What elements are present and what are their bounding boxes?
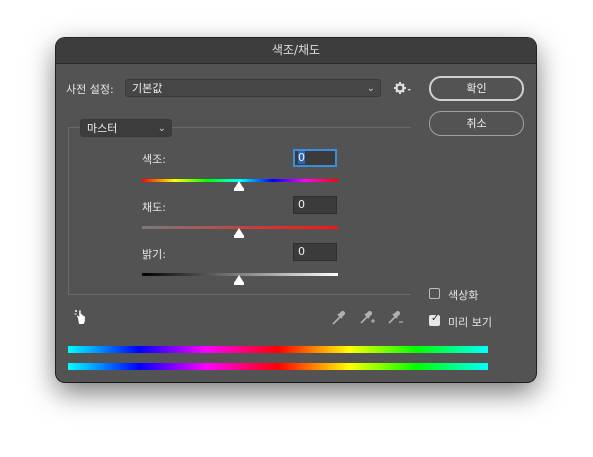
hand-icon[interactable] xyxy=(73,308,91,326)
preview-checkbox[interactable] xyxy=(429,313,440,326)
chevron-down-icon: ⌄ xyxy=(366,83,375,94)
saturation-value: 0 xyxy=(298,198,305,211)
colorize-label: 색상화 xyxy=(448,289,479,302)
preview-label: 미리 보기 xyxy=(448,316,492,329)
hue-value: 0 xyxy=(298,151,305,164)
hue-saturation-dialog: 색조/채도 사전 설정: 기본값 ⌄ 확인 취소 마스터 ⌄ 색조: 0 채도: xyxy=(56,38,536,382)
colorize-checkbox[interactable] xyxy=(429,288,440,299)
preset-value: 기본값 xyxy=(132,82,163,95)
adjust-group-border-bottom xyxy=(68,294,411,295)
eyedropper-icon[interactable] xyxy=(330,308,348,326)
gear-icon[interactable] xyxy=(393,79,413,97)
preset-dropdown[interactable]: 기본값 ⌄ xyxy=(125,79,381,97)
dialog-title: 색조/채도 xyxy=(56,38,536,64)
lightness-value-field[interactable]: 0 xyxy=(293,243,337,261)
lightness-slider-thumb-base xyxy=(234,282,244,285)
saturation-slider-thumb-base xyxy=(234,235,244,238)
preset-label: 사전 설정: xyxy=(66,83,114,96)
cancel-button[interactable]: 취소 xyxy=(429,111,524,136)
lightness-label: 밝기: xyxy=(142,248,166,261)
eyedropper-minus-icon[interactable] xyxy=(386,308,404,326)
lightness-value: 0 xyxy=(298,245,305,258)
eyedropper-plus-icon[interactable] xyxy=(358,308,376,326)
adjust-group-border-left xyxy=(68,127,69,294)
channel-value: 마스터 xyxy=(87,122,118,135)
output-color-bar xyxy=(68,363,488,370)
hue-label: 색조: xyxy=(142,153,166,166)
chevron-down-icon: ⌄ xyxy=(157,123,166,134)
saturation-value-field[interactable]: 0 xyxy=(293,196,337,214)
hue-value-field[interactable]: 0 xyxy=(293,149,337,167)
ok-button[interactable]: 확인 xyxy=(429,76,524,101)
channel-dropdown[interactable]: 마스터 ⌄ xyxy=(80,119,172,137)
input-color-bar xyxy=(68,346,488,353)
saturation-label: 채도: xyxy=(142,201,166,214)
hue-slider-thumb-base xyxy=(234,188,244,191)
